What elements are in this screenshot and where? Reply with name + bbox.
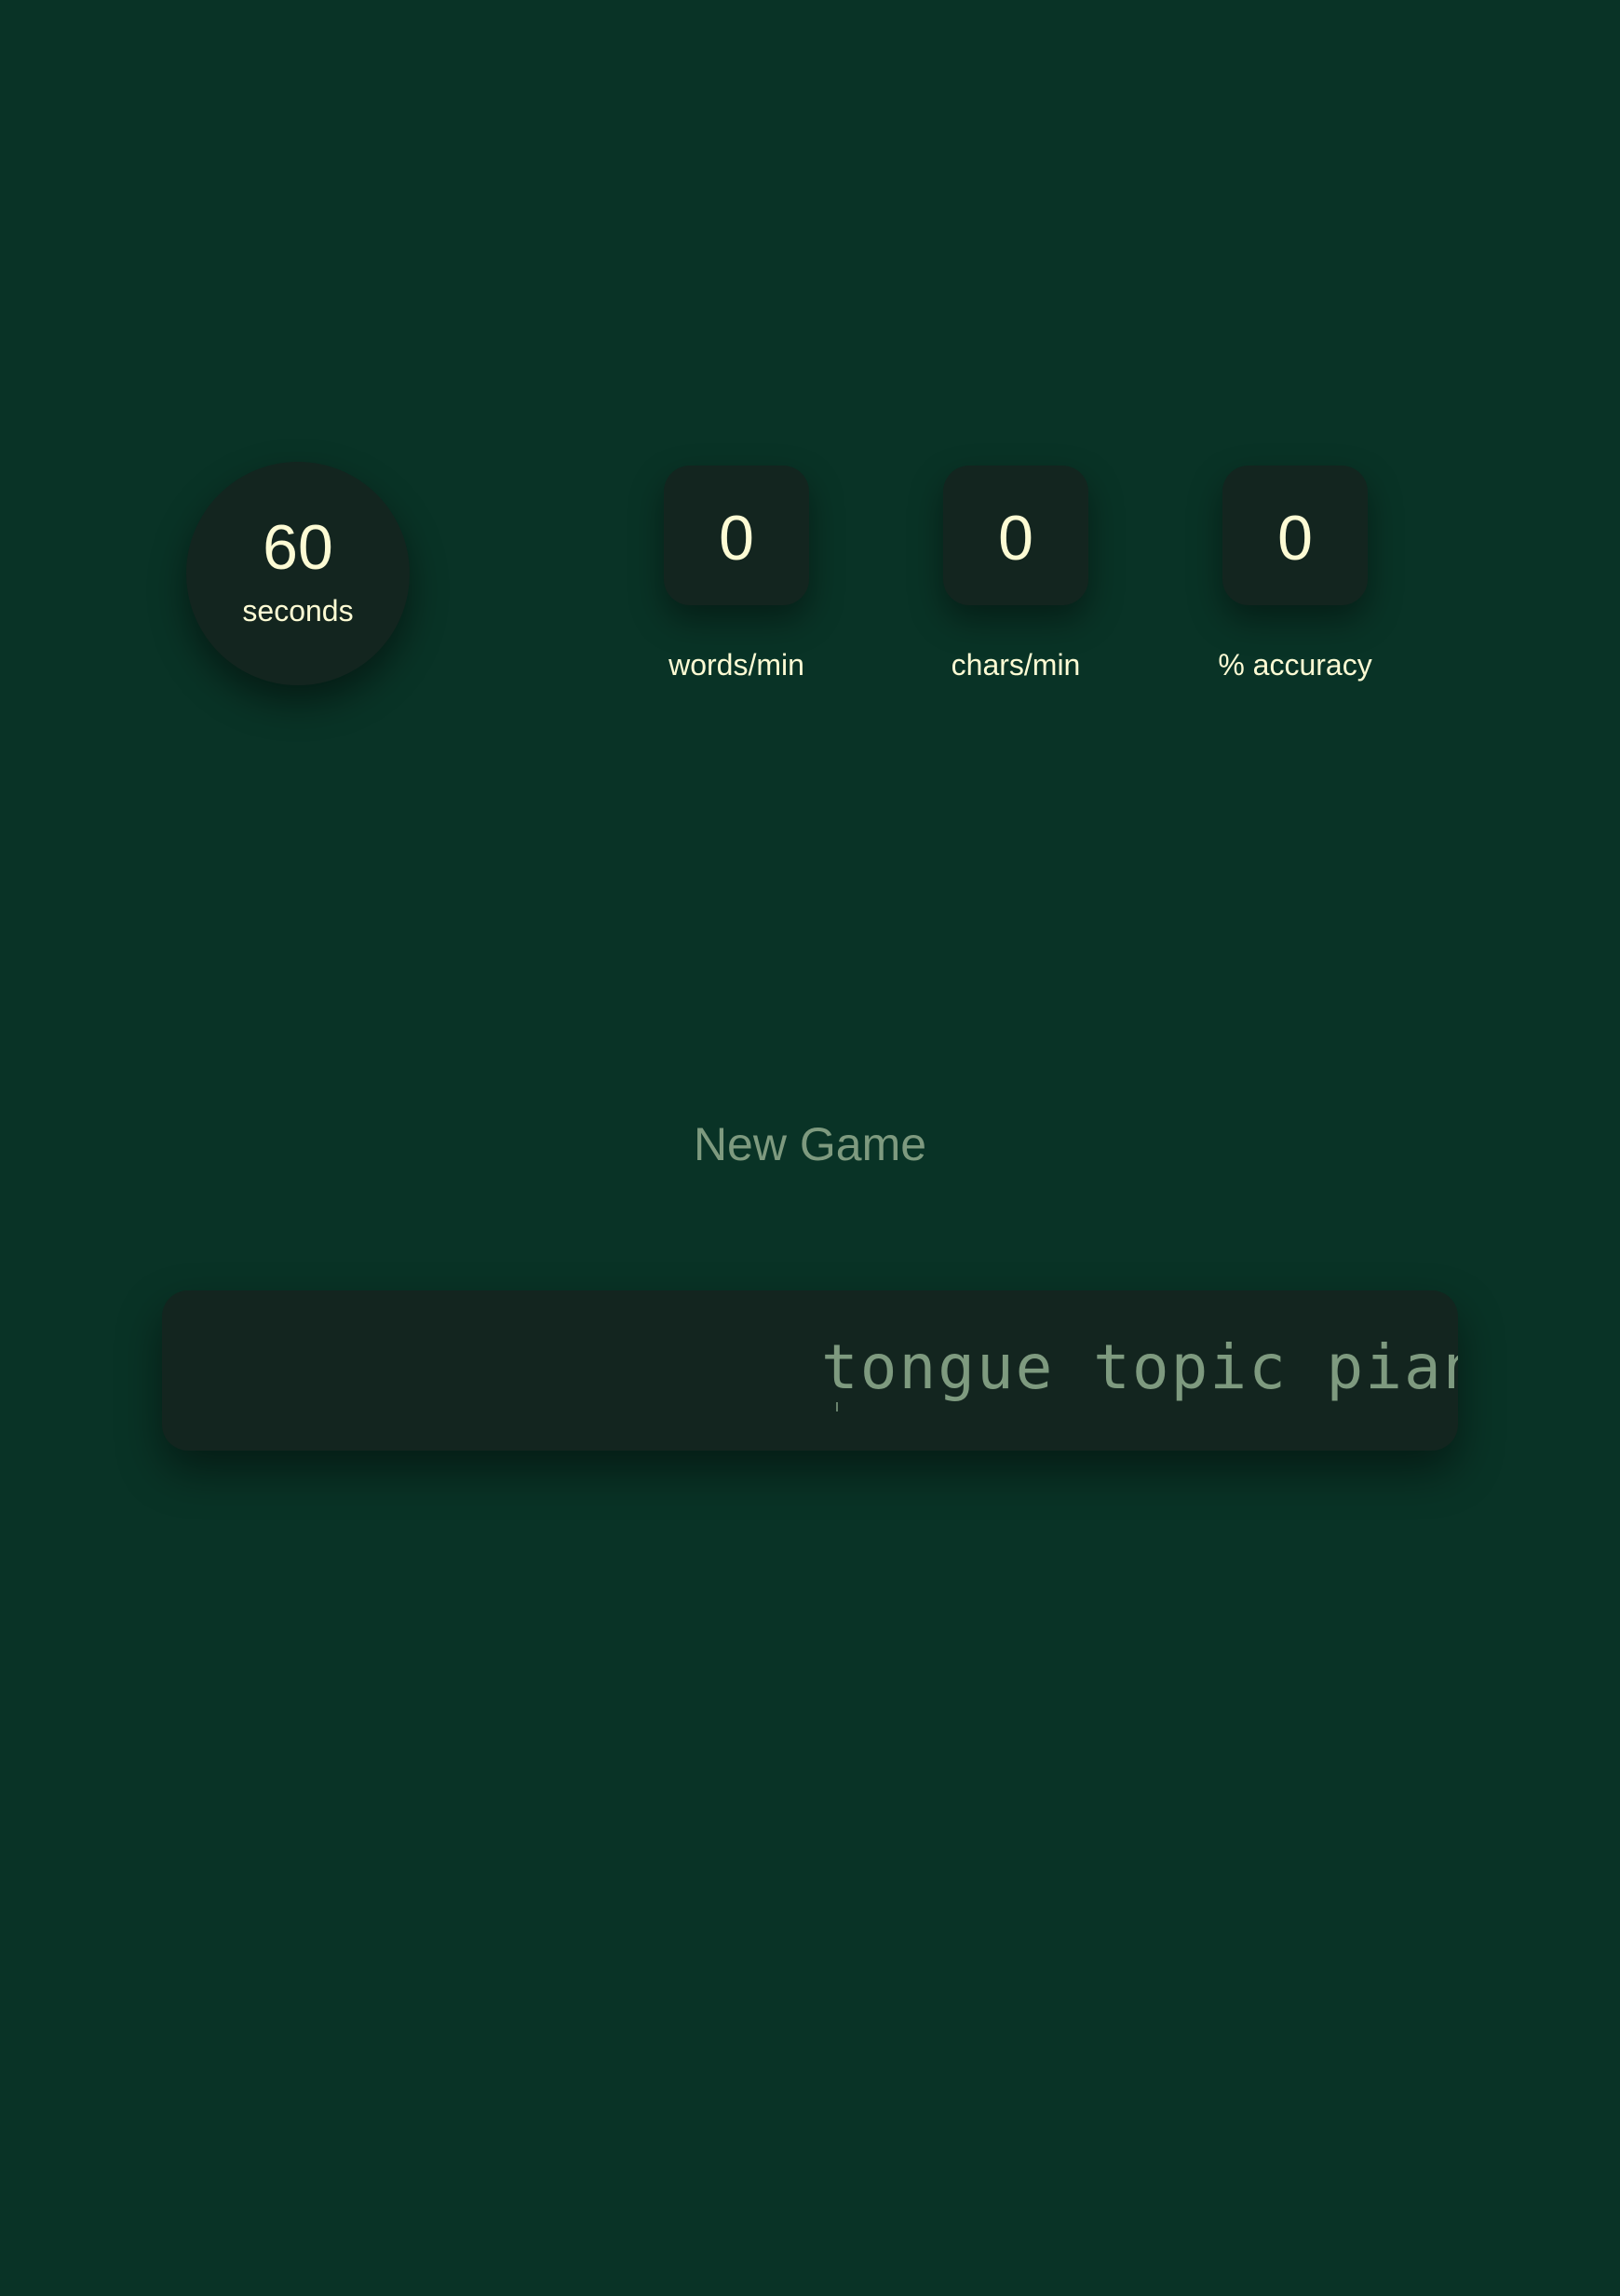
chars-per-min-label: chars/min	[951, 648, 1081, 682]
timer-circle: 60 seconds	[186, 462, 410, 685]
words-per-min-label: words/min	[668, 648, 804, 682]
stat-words-per-min: 0 words/min	[662, 466, 811, 682]
stat-box: 0	[943, 466, 1088, 605]
stat-chars-per-min: 0 chars/min	[941, 466, 1090, 682]
timer-value: 60	[263, 511, 333, 583]
new-game-button[interactable]: New Game	[0, 1117, 1620, 1171]
accuracy-label: % accuracy	[1218, 648, 1372, 682]
word-stream: tongue topic piano c	[821, 1331, 1458, 1403]
stat-box: 0	[1222, 466, 1368, 605]
stat-accuracy: 0 % accuracy	[1218, 466, 1372, 682]
typing-caret	[836, 1402, 838, 1411]
words-per-min-value: 0	[719, 503, 754, 574]
stat-box: 0	[664, 466, 809, 605]
accuracy-value: 0	[1277, 503, 1313, 574]
timer-label: seconds	[242, 593, 354, 628]
typing-area[interactable]: tongue topic piano c	[162, 1290, 1458, 1451]
chars-per-min-value: 0	[998, 503, 1033, 574]
